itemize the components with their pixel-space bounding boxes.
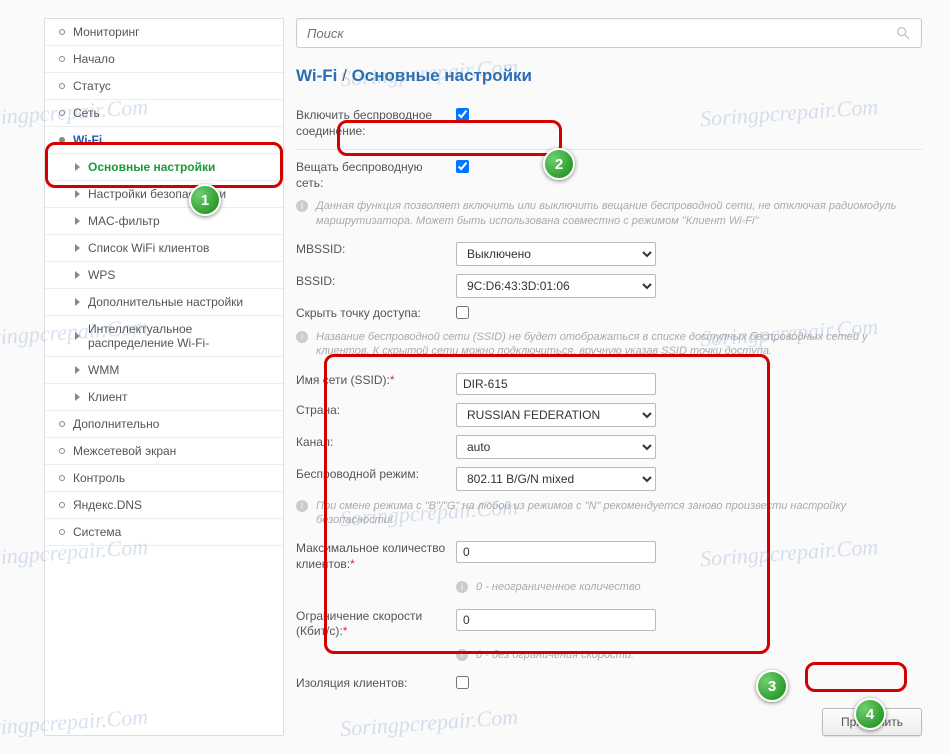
max-clients-hint: i0 - неограниченное количество (456, 580, 922, 594)
max-clients-label: Максимальное количество клиентов:* (296, 541, 456, 572)
main-panel: Wi-Fi / Основные настройки Включить бесп… (296, 18, 922, 736)
enable-wireless-label: Включить беспроводное соединение: (296, 108, 456, 139)
page-container: Мониторинг Начало Статус Сеть Wi-Fi Осно… (0, 0, 950, 754)
search-icon (895, 25, 911, 41)
isolation-label: Изоляция клиентов: (296, 676, 456, 692)
nav-system[interactable]: Система (45, 519, 283, 546)
broadcast-label: Вещать беспроводную сеть: (296, 160, 456, 191)
info-icon: i (296, 331, 308, 343)
nav-yandex-dns[interactable]: Яндекс.DNS (45, 492, 283, 519)
breadcrumb: Wi-Fi / Основные настройки (296, 66, 922, 86)
bssid-select[interactable]: 9C:D6:43:3D:01:06 (456, 274, 656, 298)
info-icon: i (456, 649, 468, 661)
ssid-label: Имя сети (SSID):* (296, 373, 456, 389)
speed-limit-hint: i0 - без ограничения скорости. (456, 648, 922, 662)
nav-network[interactable]: Сеть (45, 100, 283, 127)
wifi-submenu: Основные настройки Настройки безопасност… (45, 154, 283, 411)
apply-button[interactable]: Применить (822, 708, 922, 736)
speed-limit-input[interactable] (456, 609, 656, 631)
sub-security-settings[interactable]: Настройки безопасности (45, 181, 283, 208)
mode-hint: iПри смене режима с "B"/"G" на любой из … (296, 499, 922, 528)
sub-basic-settings[interactable]: Основные настройки (45, 154, 283, 181)
nav-additional[interactable]: Дополнительно (45, 411, 283, 438)
nav-status[interactable]: Статус (45, 73, 283, 100)
info-icon: i (456, 581, 468, 593)
mode-label: Беспроводной режим: (296, 467, 456, 483)
mbssid-select[interactable]: Выключено (456, 242, 656, 266)
country-select[interactable]: RUSSIAN FEDERATION (456, 403, 656, 427)
breadcrumb-section: Wi-Fi (296, 66, 337, 85)
sub-client[interactable]: Клиент (45, 384, 283, 411)
bssid-label: BSSID: (296, 274, 456, 290)
breadcrumb-page: Основные настройки (352, 66, 532, 85)
hide-ap-hint: iНазвание беспроводной сети (SSID) не бу… (296, 330, 922, 359)
nav-firewall[interactable]: Межсетевой экран (45, 438, 283, 465)
nav-monitoring[interactable]: Мониторинг (45, 19, 283, 46)
search-input[interactable] (307, 26, 895, 41)
nav-start[interactable]: Начало (45, 46, 283, 73)
channel-select[interactable]: auto (456, 435, 656, 459)
sidebar: Мониторинг Начало Статус Сеть Wi-Fi Осно… (44, 18, 284, 736)
isolation-checkbox[interactable] (456, 676, 469, 689)
mode-select[interactable]: 802.11 B/G/N mixed (456, 467, 656, 491)
channel-label: Канал: (296, 435, 456, 451)
enable-wireless-checkbox[interactable] (456, 108, 469, 121)
country-label: Страна: (296, 403, 456, 419)
sub-wmm[interactable]: WMM (45, 357, 283, 384)
speed-limit-label: Ограничение скорости (Кбит/с):* (296, 609, 456, 640)
mbssid-label: MBSSID: (296, 242, 456, 258)
search-bar (296, 18, 922, 48)
sub-wifi-clients[interactable]: Список WiFi клиентов (45, 235, 283, 262)
ssid-input[interactable] (456, 373, 656, 395)
nav-control[interactable]: Контроль (45, 465, 283, 492)
hide-ap-label: Скрыть точку доступа: (296, 306, 456, 322)
hide-ap-checkbox[interactable] (456, 306, 469, 319)
broadcast-checkbox[interactable] (456, 160, 469, 173)
sub-wps[interactable]: WPS (45, 262, 283, 289)
sub-mac-filter[interactable]: MAC-фильтр (45, 208, 283, 235)
sub-smart-wifi[interactable]: Интеллектуальное распределение Wi-Fi- (45, 316, 283, 357)
nav-wifi[interactable]: Wi-Fi (45, 127, 283, 154)
info-icon: i (296, 200, 308, 212)
broadcast-hint: iДанная функция позволяет включить или в… (296, 199, 922, 228)
sub-advanced[interactable]: Дополнительные настройки (45, 289, 283, 316)
max-clients-input[interactable] (456, 541, 656, 563)
info-icon: i (296, 500, 308, 512)
